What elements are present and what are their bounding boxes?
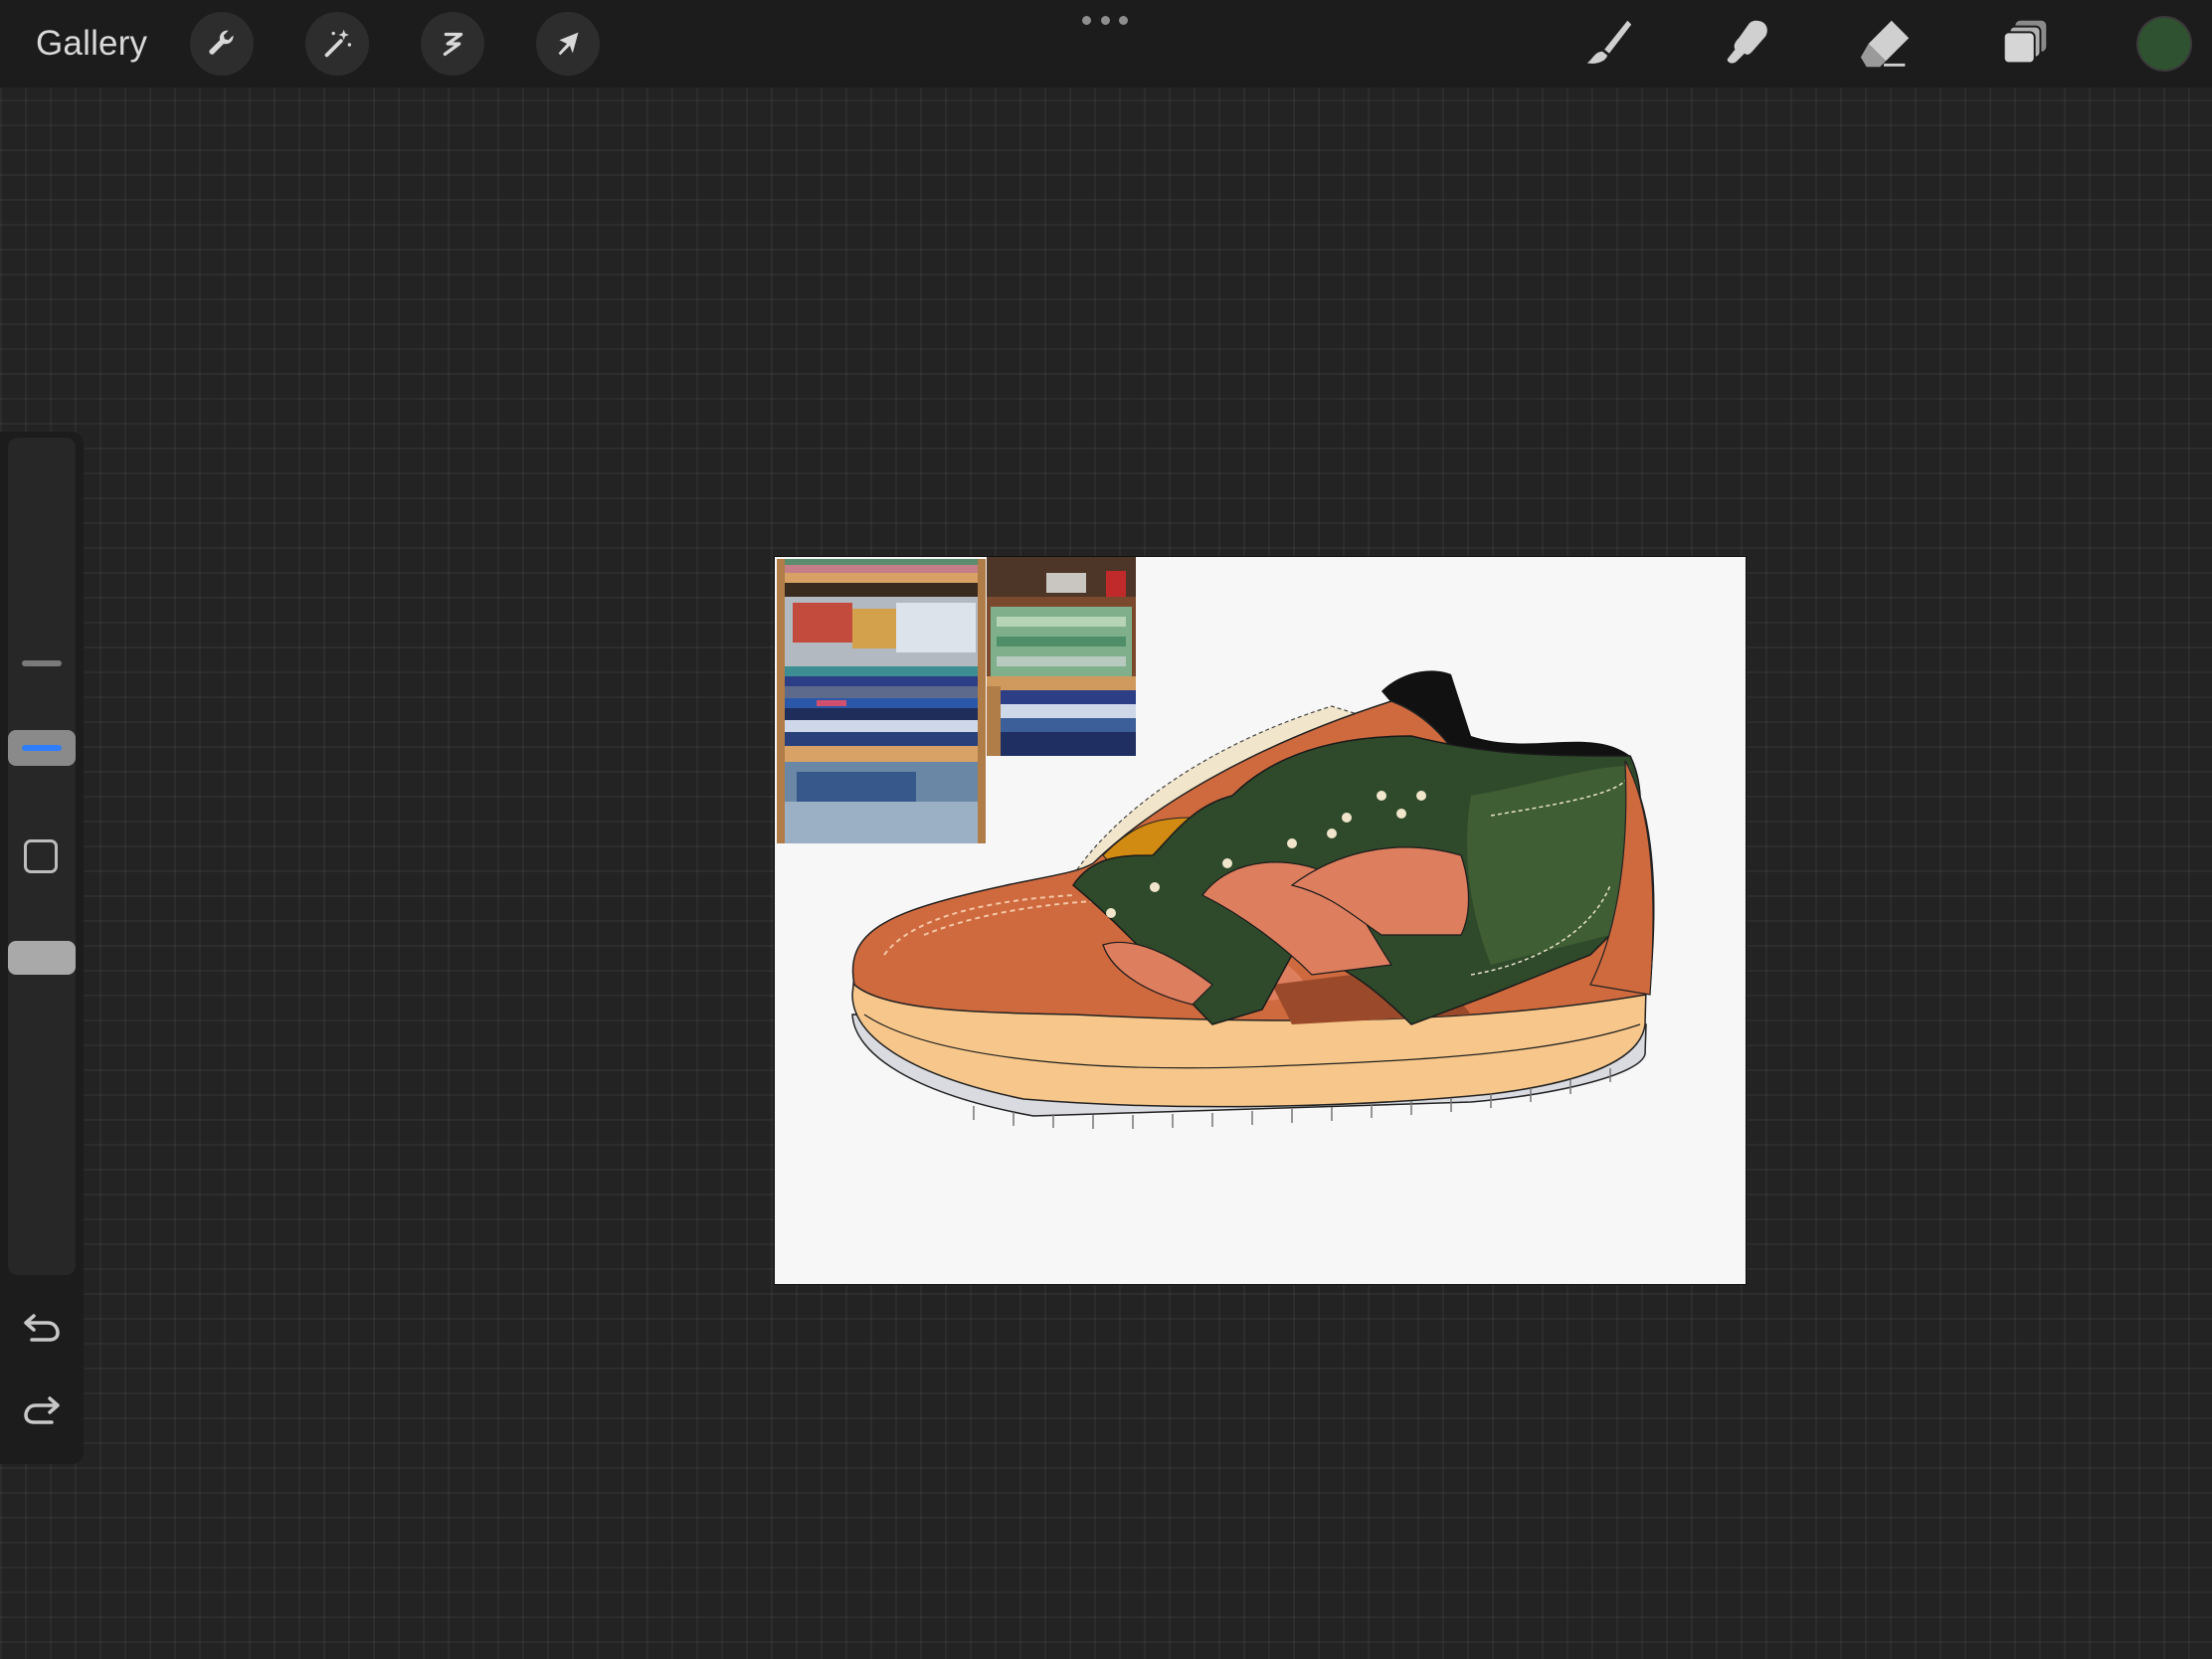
more-dots-icon[interactable] <box>1082 12 1128 28</box>
eraser-icon <box>1860 20 1910 68</box>
magic-wand-icon <box>324 29 352 58</box>
brush-button[interactable] <box>1578 14 1638 74</box>
sneaker-illustration <box>851 670 1655 1129</box>
brush-size-thumb[interactable] <box>8 730 76 766</box>
dot <box>1119 15 1128 25</box>
undo-arrow-icon <box>24 1314 60 1342</box>
selection-button[interactable] <box>421 12 484 76</box>
arrow-cursor-icon <box>558 32 579 56</box>
smudge-finger-icon <box>1727 20 1767 64</box>
size-indicator <box>22 660 62 666</box>
adjustments-button[interactable] <box>305 12 369 76</box>
smudge-button[interactable] <box>1717 14 1776 74</box>
color-swatch-button[interactable] <box>2136 16 2192 72</box>
selection-s-icon <box>443 32 463 57</box>
actions-button[interactable] <box>190 12 254 76</box>
layers-button[interactable] <box>1995 14 2055 74</box>
brush-icon <box>1586 20 1632 64</box>
redo-arrow-icon <box>24 1396 60 1424</box>
transform-button[interactable] <box>536 12 600 76</box>
layers-icon <box>2002 20 2047 65</box>
procreate-app: Gallery <box>0 0 2212 1659</box>
dot <box>1100 15 1110 25</box>
wrench-icon <box>209 30 234 55</box>
eraser-button[interactable] <box>1856 14 1916 74</box>
dot <box>1082 15 1091 25</box>
square-modify-icon[interactable] <box>24 839 58 873</box>
gallery-button[interactable]: Gallery <box>36 20 147 68</box>
opacity-slider-thumb[interactable] <box>8 941 76 975</box>
drawing-canvas[interactable] <box>775 557 1746 1284</box>
redo-button[interactable] <box>20 1390 64 1430</box>
undo-button[interactable] <box>20 1308 64 1348</box>
size-thumb-indicator <box>22 745 62 751</box>
top-toolbar: Gallery <box>0 0 2212 88</box>
